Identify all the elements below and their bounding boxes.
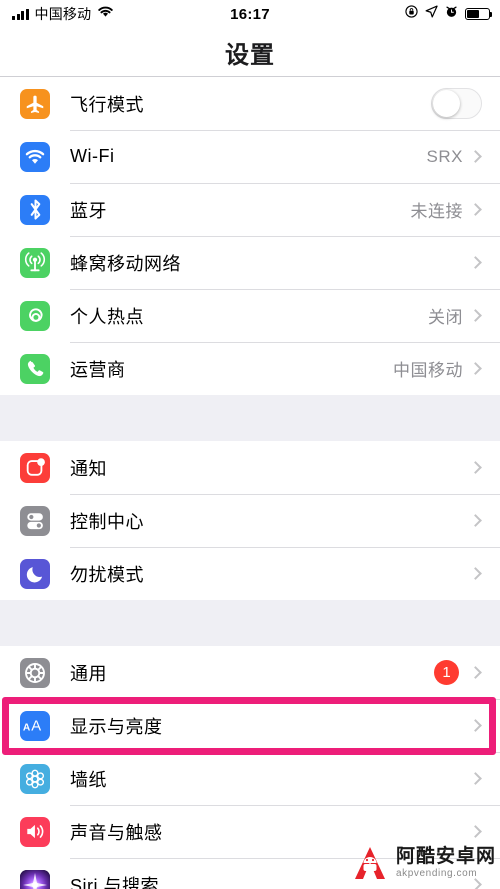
sounds-haptics-icon	[20, 816, 50, 847]
siri-icon	[20, 869, 50, 889]
watermark-name-en: akpvending.com	[395, 868, 478, 879]
group-separator	[0, 600, 500, 646]
settings-row-label: 显示与亮度	[70, 716, 163, 737]
watermark: 阿酷安卓网 akpvending.com	[350, 843, 496, 883]
svg-text:A: A	[23, 722, 31, 733]
settings-row-label: Wi-Fi	[70, 146, 115, 166]
nav-bar: 设置	[0, 28, 500, 77]
chevron-right-icon	[469, 150, 482, 163]
settings-row-label: 个人热点	[70, 306, 144, 327]
status-bar-carrier: 中国移动	[34, 6, 92, 22]
settings-row-value: SRX	[426, 146, 463, 166]
hotspot-icon	[20, 300, 50, 331]
phone-icon	[20, 353, 50, 384]
settings-screen: 中国移动 16:17 设置 飞行模式 Wi-Fi SRX 蓝牙 未连接 蜂窝移动…	[0, 0, 500, 889]
settings-row-label: 通知	[70, 458, 107, 479]
svg-text:A: A	[31, 718, 41, 734]
settings-row[interactable]: 通用 1	[0, 646, 500, 699]
watermark-logo-icon	[350, 843, 390, 883]
settings-row-label: 勿扰模式	[70, 564, 144, 585]
settings-row[interactable]: A A 显示与亮度	[0, 699, 500, 752]
signal-bars-icon	[12, 8, 29, 20]
notifications-icon	[20, 452, 50, 483]
settings-row-label: 蜂窝移动网络	[70, 253, 181, 274]
wifi-icon	[20, 141, 50, 172]
settings-row-label: 运营商	[70, 359, 126, 380]
chevron-right-icon	[469, 461, 482, 474]
settings-row[interactable]: 控制中心	[0, 494, 500, 547]
settings-row[interactable]: 墙纸	[0, 752, 500, 805]
status-bar: 中国移动 16:17	[0, 0, 500, 28]
status-bar-left: 中国移动	[12, 4, 114, 24]
cellular-icon	[20, 247, 50, 278]
rotation-lock-icon	[405, 5, 418, 23]
settings-row[interactable]: Wi-Fi SRX	[0, 130, 500, 183]
group-separator	[0, 395, 500, 441]
chevron-right-icon	[469, 256, 482, 269]
chevron-right-icon	[469, 514, 482, 527]
chevron-right-icon	[469, 772, 482, 785]
settings-row-label: 声音与触感	[70, 822, 163, 843]
settings-row[interactable]: 勿扰模式	[0, 547, 500, 600]
settings-row-label: 墙纸	[70, 769, 107, 790]
location-arrow-icon	[425, 5, 438, 23]
chevron-right-icon	[469, 567, 482, 580]
settings-list: 飞行模式 Wi-Fi SRX 蓝牙 未连接蜂窝移动网络 个人热点 关闭运营商 中国移动通知控制…	[0, 77, 500, 889]
settings-row-label: 控制中心	[70, 511, 144, 532]
watermark-text: 阿酷安卓网 akpvending.com	[396, 847, 496, 879]
settings-row-value: 未连接	[410, 202, 463, 221]
chevron-right-icon	[469, 825, 482, 838]
gear-icon	[20, 657, 50, 688]
settings-row[interactable]: 蜂窝移动网络	[0, 236, 500, 289]
settings-group: 通知控制中心勿扰模式	[0, 441, 500, 600]
chevron-right-icon	[469, 666, 482, 679]
settings-row-label: 飞行模式	[70, 94, 144, 115]
watermark-name-cn: 阿酷安卓网	[395, 846, 496, 867]
settings-row-label: 通用	[70, 663, 107, 684]
settings-group: 飞行模式 Wi-Fi SRX 蓝牙 未连接蜂窝移动网络 个人热点 关闭运营商 中国移动	[0, 77, 500, 395]
wallpaper-icon	[20, 763, 50, 794]
chevron-right-icon	[469, 203, 482, 216]
battery-icon	[465, 8, 493, 20]
page-title: 设置	[225, 41, 275, 69]
airplane-icon	[20, 88, 50, 119]
settings-row-label: Siri 与搜索	[70, 875, 159, 889]
settings-row[interactable]: 蓝牙 未连接	[0, 183, 500, 236]
alarm-clock-icon	[445, 5, 458, 23]
chevron-right-icon	[469, 309, 482, 322]
settings-row-toggle[interactable]	[431, 88, 482, 119]
control-center-icon	[20, 505, 50, 536]
wifi-icon	[97, 5, 114, 23]
settings-row-label: 蓝牙	[70, 200, 107, 221]
bluetooth-icon	[20, 194, 50, 225]
chevron-right-icon	[469, 719, 482, 732]
display-brightness-icon: AA	[20, 710, 50, 741]
settings-row[interactable]: 个人热点 关闭	[0, 289, 500, 342]
settings-row-badge: 1	[434, 660, 459, 685]
chevron-right-icon	[469, 362, 482, 375]
status-bar-right	[405, 5, 493, 23]
settings-row[interactable]: 通知	[0, 441, 500, 494]
do-not-disturb-icon	[20, 558, 50, 589]
settings-row-value: 关闭	[428, 308, 463, 327]
settings-row-value: 中国移动	[393, 361, 463, 380]
settings-row[interactable]: 飞行模式	[0, 77, 500, 130]
settings-row[interactable]: 运营商 中国移动	[0, 342, 500, 395]
